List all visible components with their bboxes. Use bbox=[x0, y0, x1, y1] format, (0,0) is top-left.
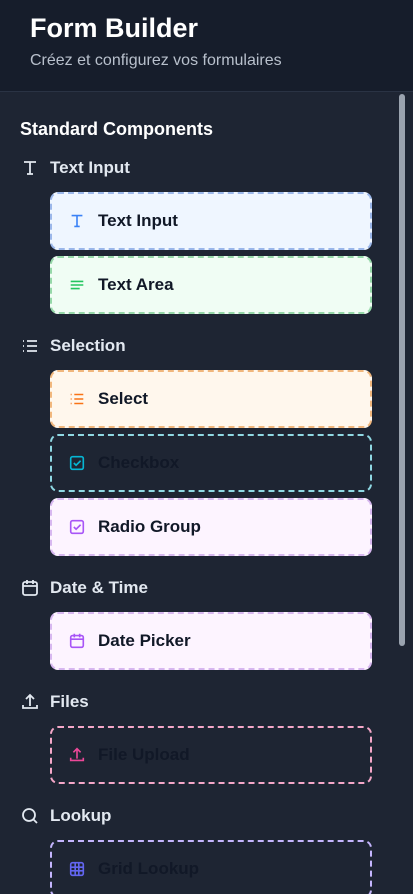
component-text-input[interactable]: Text Input bbox=[50, 192, 372, 250]
component-radio-group[interactable]: Radio Group bbox=[50, 498, 372, 556]
component-label: Radio Group bbox=[98, 517, 201, 536]
component-checkbox[interactable]: Checkbox bbox=[50, 434, 372, 492]
category-label: Selection bbox=[50, 336, 126, 355]
component-label: Text Area bbox=[98, 275, 174, 294]
category-label: Lookup bbox=[50, 806, 112, 825]
calendar-icon bbox=[22, 580, 38, 596]
app-subtitle: Créez et configurez vos formulaires bbox=[30, 51, 282, 69]
grid-icon bbox=[69, 861, 85, 877]
components-panel: Standard Components Text Input Text Inpu… bbox=[0, 93, 413, 894]
component-grid-lookup[interactable]: Grid Lookup bbox=[50, 840, 372, 894]
upload-icon bbox=[69, 747, 85, 762]
checkbox-icon bbox=[69, 455, 85, 471]
search-icon bbox=[22, 808, 38, 824]
component-select[interactable]: Select bbox=[50, 370, 372, 428]
category-lookup: Lookup bbox=[20, 804, 413, 828]
text-icon bbox=[24, 161, 36, 175]
category-label: Files bbox=[50, 692, 89, 711]
component-text-area[interactable]: Text Area bbox=[50, 256, 372, 314]
lines-icon bbox=[70, 280, 84, 290]
component-label: Select bbox=[98, 389, 149, 408]
category-date-time: Date & Time bbox=[20, 576, 413, 600]
category-label: Text Input bbox=[50, 158, 130, 177]
component-date-picker[interactable]: Date Picker bbox=[50, 612, 372, 670]
component-label: File Upload bbox=[98, 745, 190, 764]
app-title: Form Builder bbox=[30, 13, 199, 43]
calendar-icon bbox=[69, 633, 85, 649]
checkbox-icon bbox=[69, 519, 85, 535]
text-icon bbox=[71, 214, 83, 228]
section-heading: Standard Components bbox=[20, 119, 214, 139]
app-header: Form Builder Créez et configurez vos for… bbox=[0, 0, 413, 92]
component-label: Checkbox bbox=[98, 453, 180, 472]
category-selection: Selection bbox=[20, 334, 413, 358]
list-icon bbox=[70, 393, 84, 405]
category-files: Files bbox=[20, 690, 413, 714]
category-text-input: Text Input bbox=[20, 156, 413, 180]
list-icon bbox=[23, 340, 37, 352]
category-label: Date & Time bbox=[50, 578, 148, 597]
component-label: Text Input bbox=[98, 211, 178, 230]
component-label: Grid Lookup bbox=[98, 859, 200, 878]
component-label: Date Picker bbox=[98, 631, 191, 650]
upload-icon bbox=[22, 693, 38, 709]
scrollbar[interactable] bbox=[399, 94, 405, 646]
component-file-upload[interactable]: File Upload bbox=[50, 726, 372, 784]
